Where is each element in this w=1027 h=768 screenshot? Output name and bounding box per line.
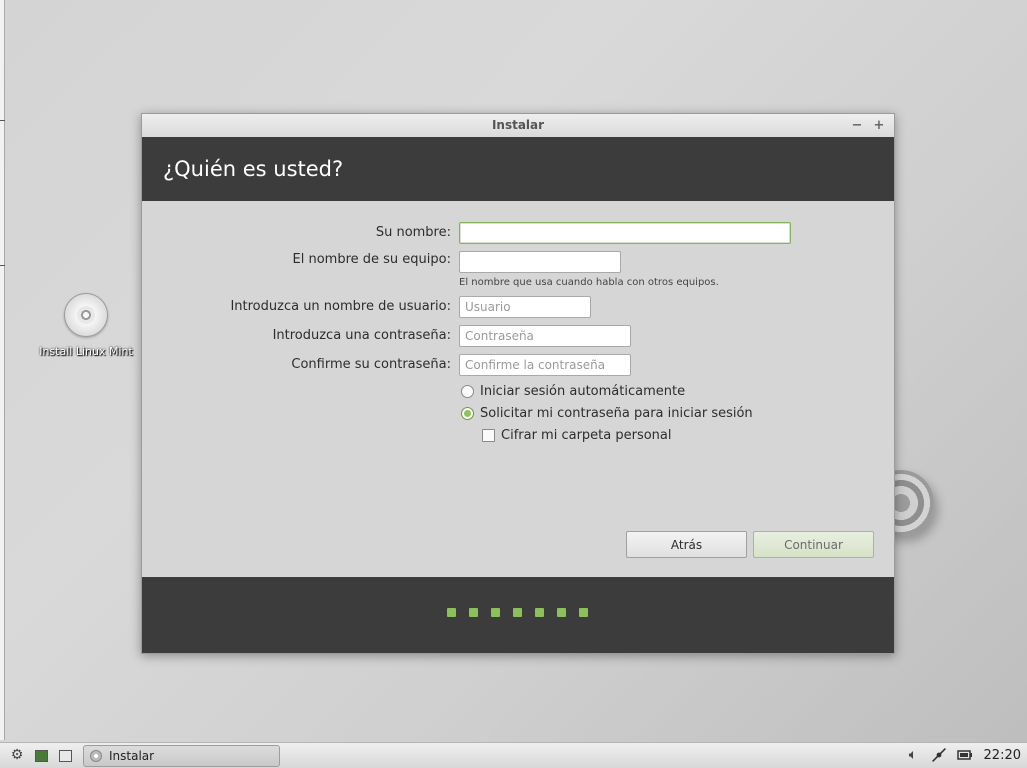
username-field[interactable] <box>459 296 591 318</box>
encrypt-home-label: Cifrar mi carpeta personal <box>501 428 672 443</box>
confirm-password-label: Confirme su contraseña: <box>291 357 451 372</box>
installer-window: Instalar − + ¿Quién es usted? Su nombre:… <box>141 113 895 654</box>
auto-login-option[interactable]: Iniciar sesión automáticamente <box>461 384 685 399</box>
progress-step-dot <box>469 608 478 617</box>
auto-login-label: Iniciar sesión automáticamente <box>480 384 686 399</box>
window-title: Instalar <box>491 118 545 132</box>
progress-step-dot <box>447 608 456 617</box>
menu-gear-icon[interactable]: ⚙ <box>9 747 25 763</box>
computer-name-field[interactable] <box>459 251 621 273</box>
progress-step-dot <box>491 608 500 617</box>
require-password-radio[interactable] <box>461 407 474 420</box>
page-heading: ¿Quién es usted? <box>142 137 894 201</box>
clock[interactable]: 22:20 <box>984 743 1021 768</box>
background-window-edge <box>0 0 5 740</box>
taskbar-task-installer[interactable]: Instalar <box>83 745 280 767</box>
back-button[interactable]: Atrás <box>626 531 747 558</box>
volume-icon[interactable]: 🔈︎ <box>905 747 921 763</box>
minimize-icon[interactable]: − <box>849 114 865 137</box>
installer-disc-icon <box>90 750 102 762</box>
require-password-option[interactable]: Solicitar mi contraseña para iniciar ses… <box>461 406 753 421</box>
password-field[interactable] <box>459 325 631 347</box>
maximize-icon[interactable]: + <box>871 114 887 137</box>
computer-name-hint: El nombre que usa cuando habla con otros… <box>459 277 719 288</box>
progress-step-dot <box>579 608 588 617</box>
continue-button[interactable]: Continuar <box>753 531 874 558</box>
progress-step-dot <box>535 608 544 617</box>
encrypt-home-checkbox[interactable] <box>482 429 495 442</box>
desktop-icon-label: Install Linux Mint <box>39 345 133 358</box>
network-icon[interactable] <box>931 747 947 763</box>
battery-icon[interactable] <box>957 747 973 763</box>
password-label: Introduzca una contraseña: <box>272 328 451 343</box>
require-password-label: Solicitar mi contraseña para iniciar ses… <box>480 406 753 421</box>
auto-login-radio[interactable] <box>461 385 474 398</box>
taskbar-task-label: Instalar <box>109 749 155 763</box>
username-label: Introduzca un nombre de usuario: <box>230 299 451 314</box>
cd-disc-icon <box>64 293 108 337</box>
name-field[interactable] <box>459 222 791 244</box>
progress-step-dot <box>557 608 566 617</box>
window-titlebar[interactable]: Instalar − + <box>142 114 894 137</box>
computer-name-label: El nombre de su equipo: <box>292 252 451 267</box>
desktop-icon-install-linux-mint[interactable]: Install Linux Mint <box>36 293 136 358</box>
terminal-icon[interactable] <box>35 750 48 762</box>
confirm-password-field[interactable] <box>459 354 631 376</box>
taskbar: ⚙ Instalar 🔈︎ 22:20 <box>0 742 1027 768</box>
files-icon[interactable] <box>59 750 72 762</box>
user-form: Su nombre: El nombre de su equipo: El no… <box>142 201 894 577</box>
encrypt-home-option[interactable]: Cifrar mi carpeta personal <box>482 428 672 443</box>
progress-step-dot <box>513 608 522 617</box>
progress-dots <box>447 608 601 617</box>
name-label: Su nombre: <box>375 225 451 240</box>
progress-footer <box>142 577 894 653</box>
